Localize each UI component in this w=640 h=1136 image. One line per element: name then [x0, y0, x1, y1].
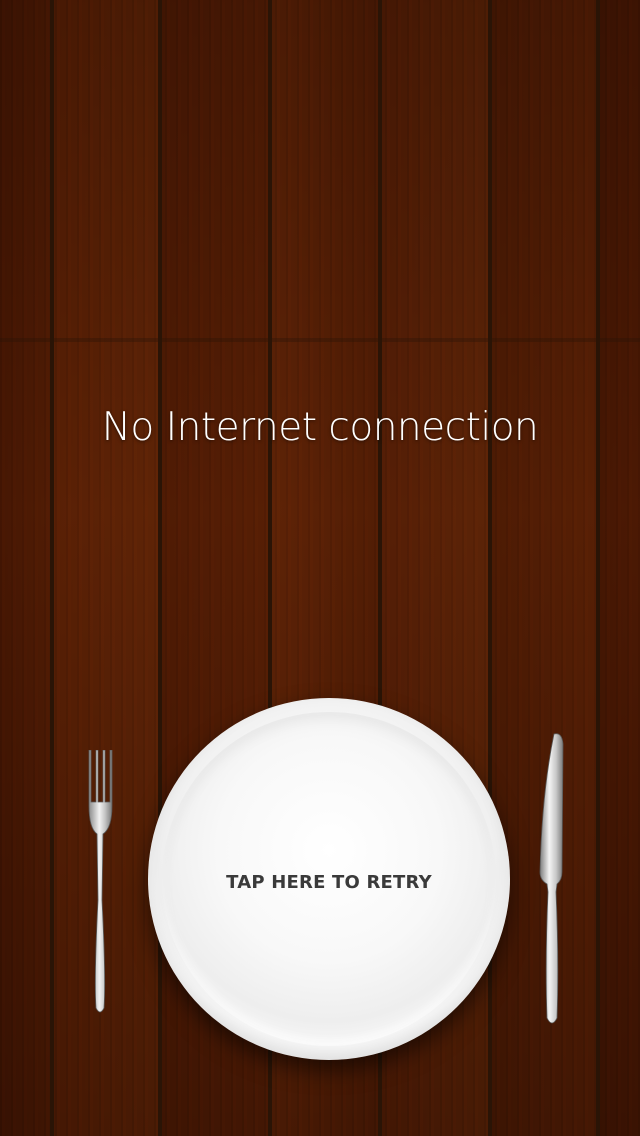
retry-plate-button[interactable]: TAP HERE TO RETRY	[148, 698, 510, 1060]
fork-icon	[88, 750, 113, 1013]
no-connection-message: No Internet connection	[101, 405, 539, 450]
knife-icon	[539, 733, 564, 1024]
retry-label: TAP HERE TO RETRY	[226, 872, 432, 893]
